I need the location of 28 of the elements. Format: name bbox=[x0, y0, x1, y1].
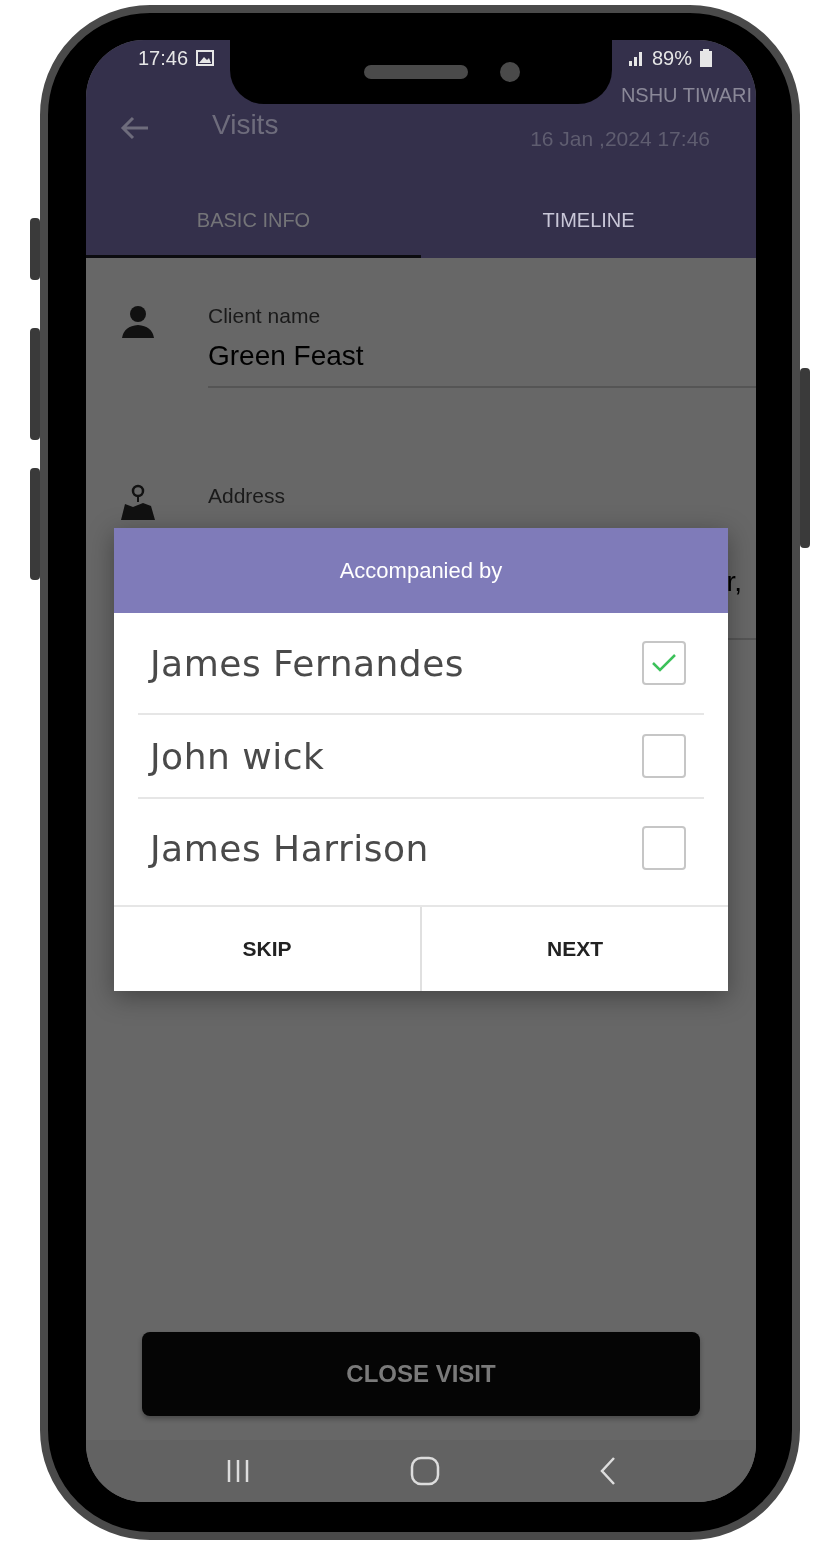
signal-icon bbox=[627, 50, 644, 66]
battery-icon bbox=[700, 49, 712, 67]
tab[interactable]: TIMELINE bbox=[421, 185, 756, 258]
screen-title: Visits bbox=[212, 109, 279, 142]
close-visit-button[interactable]: CLOSE VISIT bbox=[142, 1332, 700, 1416]
battery-percent: 89% bbox=[651, 46, 692, 70]
map-pin-icon bbox=[120, 484, 156, 520]
option-name[interactable]: James Fernandes bbox=[150, 642, 465, 684]
option-name[interactable]: James Harrison bbox=[150, 827, 429, 869]
option-name[interactable]: John wick bbox=[150, 735, 325, 777]
image-icon bbox=[196, 50, 215, 66]
person-icon bbox=[120, 304, 156, 340]
field-label: Client name bbox=[208, 304, 322, 328]
checkbox[interactable] bbox=[642, 826, 686, 870]
checkbox[interactable] bbox=[642, 641, 686, 685]
user-name: NSHU TIWARI bbox=[620, 84, 752, 107]
status-time: 17:46 bbox=[138, 46, 189, 70]
field-value[interactable]: Green Feast bbox=[208, 340, 756, 386]
checkbox[interactable] bbox=[642, 734, 686, 778]
check-icon bbox=[651, 652, 677, 674]
dialog-title: Accompanied by bbox=[114, 528, 728, 613]
dialog-button[interactable]: NEXT bbox=[420, 907, 728, 991]
camera-lens bbox=[500, 62, 520, 82]
back-arrow-icon[interactable] bbox=[120, 116, 150, 140]
dialog-button[interactable]: SKIP bbox=[114, 907, 420, 991]
field-label: Address bbox=[208, 484, 287, 508]
back-icon[interactable] bbox=[598, 1456, 617, 1486]
home-icon[interactable] bbox=[410, 1456, 440, 1486]
